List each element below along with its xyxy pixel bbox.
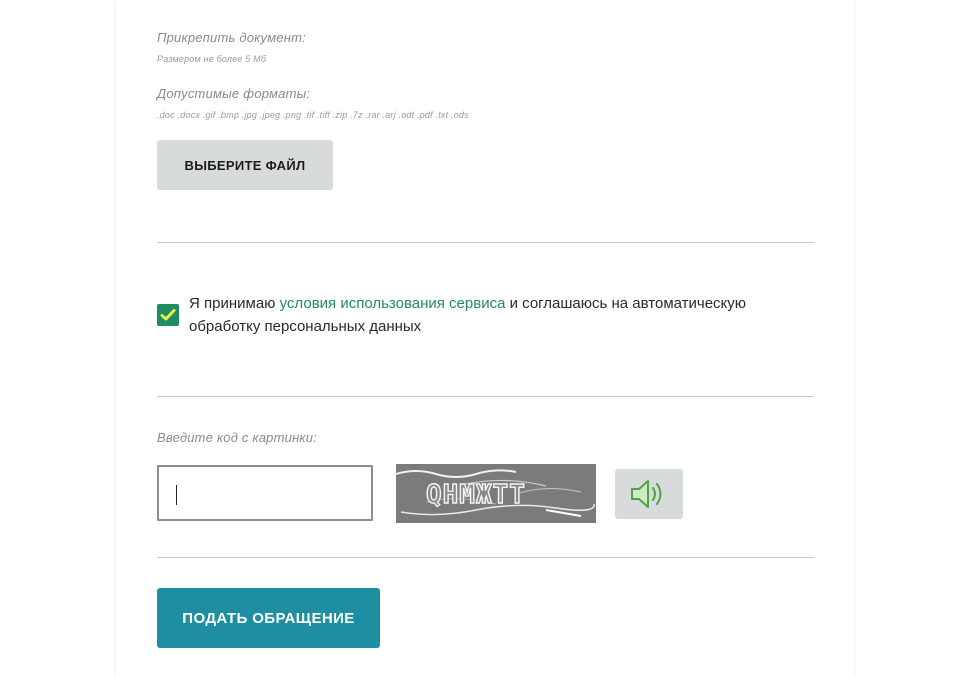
divider [157, 242, 814, 243]
formats-label: Допустимые форматы: [157, 86, 311, 101]
terms-link[interactable]: условия использования сервиса [280, 295, 506, 312]
consent-text-before: Я принимаю [189, 295, 280, 312]
text-caret [176, 485, 177, 505]
captcha-audio-button[interactable] [615, 469, 683, 519]
attach-label: Прикрепить документ: [157, 30, 306, 45]
captcha-label: Введите код с картинки: [157, 430, 318, 445]
choose-file-button[interactable]: ВЫБЕРИТЕ ФАЙЛ [157, 140, 333, 190]
captcha-code: QHMЖTT [426, 480, 526, 510]
checkmark-icon [160, 309, 176, 321]
submit-button-label: ПОДАТЬ ОБРАЩЕНИЕ [182, 609, 355, 627]
attach-size-hint: Размером не более 5 Мб [157, 54, 267, 64]
consent-text: Я принимаю условия использования сервиса… [189, 292, 809, 338]
choose-file-button-label: ВЫБЕРИТЕ ФАЙЛ [184, 157, 306, 173]
divider [157, 557, 814, 558]
captcha-input[interactable] [157, 465, 373, 521]
captcha-image: QHMЖTT [396, 464, 596, 523]
divider [157, 396, 814, 397]
speaker-icon [631, 480, 662, 508]
form-card [116, 0, 854, 678]
formats-list: .doc .docx .gif .bmp .jpg .jpeg .png .ti… [157, 110, 469, 120]
consent-checkbox[interactable] [157, 304, 179, 326]
submit-button[interactable]: ПОДАТЬ ОБРАЩЕНИЕ [157, 588, 380, 648]
page: Прикрепить документ: Размером не более 5… [0, 0, 967, 678]
